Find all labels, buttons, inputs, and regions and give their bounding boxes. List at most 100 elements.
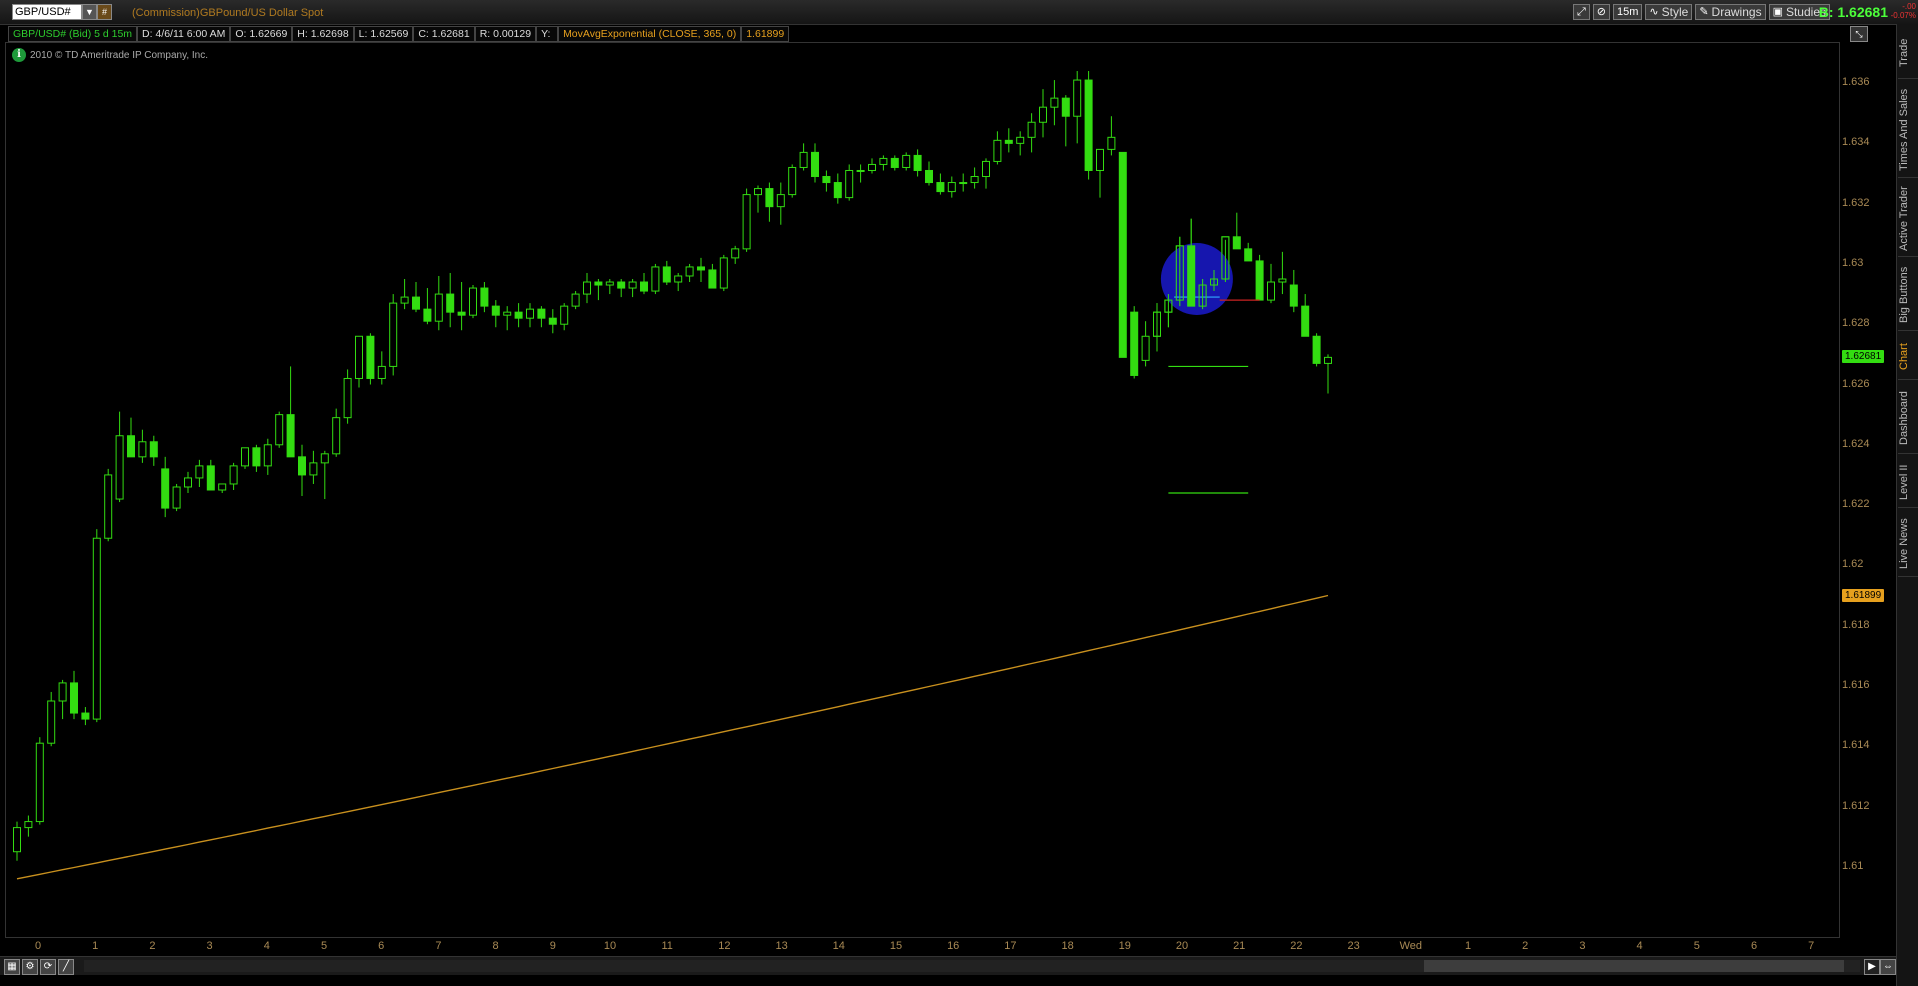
scrollbar-thumb[interactable] bbox=[1424, 960, 1844, 972]
time-scrollbar[interactable] bbox=[84, 960, 1860, 972]
x-tick-label: 11 bbox=[661, 940, 673, 952]
candle-body bbox=[1050, 97, 1059, 108]
candle-body bbox=[434, 293, 443, 322]
side-tab-chart[interactable]: Chart bbox=[1898, 334, 1918, 380]
candle-body bbox=[640, 281, 648, 292]
candle-body bbox=[1324, 356, 1332, 364]
candle-body bbox=[754, 188, 762, 196]
candle-body bbox=[959, 182, 968, 185]
ema-price-tag: 1.61899 bbox=[1842, 588, 1885, 602]
candle-body bbox=[332, 417, 341, 455]
candle-body bbox=[1278, 278, 1287, 283]
side-tab-level-ii[interactable]: Level II bbox=[1898, 457, 1918, 508]
x-tick-label: 21 bbox=[1233, 940, 1246, 952]
x-tick-label: 6 bbox=[1750, 940, 1758, 952]
candle-body bbox=[685, 266, 694, 277]
candle-body bbox=[1312, 335, 1321, 364]
y-tick-label: 1.624 bbox=[1842, 437, 1870, 450]
side-tab-active-trader[interactable]: Active Trader bbox=[1898, 181, 1918, 257]
y-tick-label: 1.618 bbox=[1842, 618, 1870, 631]
last-price-tag: 1.62681 bbox=[1842, 350, 1885, 364]
side-tab-big-buttons[interactable]: Big Buttons bbox=[1898, 260, 1918, 331]
x-tick-label: 5 bbox=[320, 940, 328, 952]
candle-body bbox=[845, 169, 854, 199]
candle-body bbox=[423, 308, 432, 322]
candle-body bbox=[195, 465, 204, 479]
y-tick-label: 1.622 bbox=[1842, 498, 1870, 511]
draw-icon[interactable]: ╱ bbox=[58, 959, 74, 975]
x-tick-label: 1 bbox=[92, 940, 99, 952]
candle-body bbox=[605, 281, 614, 286]
gear-icon[interactable]: ⚙ bbox=[22, 959, 38, 975]
expand-icon[interactable]: ⇔ bbox=[1880, 959, 1896, 975]
candle-body bbox=[480, 287, 489, 307]
candle-body bbox=[47, 700, 56, 744]
candle-body bbox=[343, 377, 352, 419]
candle-body bbox=[1301, 305, 1310, 337]
ema-line bbox=[16, 594, 1329, 880]
x-tick-label: 13 bbox=[775, 940, 788, 952]
refresh-icon[interactable]: ⟳ bbox=[40, 959, 56, 975]
candle-body bbox=[1244, 248, 1253, 262]
candle-body bbox=[537, 308, 546, 319]
x-tick-label: 6 bbox=[378, 940, 385, 952]
y-tick-label: 1.614 bbox=[1842, 739, 1870, 752]
candle-body bbox=[856, 169, 865, 172]
candle-body bbox=[161, 468, 170, 509]
candle-body bbox=[286, 414, 295, 458]
side-tab-live-news[interactable]: Live News bbox=[1898, 511, 1918, 577]
candle-body bbox=[457, 311, 466, 316]
x-tick-label: 4 bbox=[263, 940, 270, 952]
candle-body bbox=[913, 154, 922, 171]
candle-body bbox=[309, 462, 318, 476]
candle-body bbox=[548, 317, 557, 325]
candle-body bbox=[298, 456, 306, 476]
x-tick-label: 20 bbox=[1175, 940, 1189, 952]
candle-body bbox=[206, 465, 215, 491]
candle-body bbox=[708, 269, 717, 289]
x-tick-label: 5 bbox=[1693, 940, 1700, 952]
candle-body bbox=[970, 176, 979, 184]
candle-body bbox=[993, 139, 1002, 162]
candle-body bbox=[742, 194, 751, 250]
x-tick-label: 19 bbox=[1118, 940, 1131, 952]
candle-body bbox=[868, 163, 876, 171]
x-tick-label: 3 bbox=[1579, 940, 1586, 952]
candle-body bbox=[1289, 284, 1298, 307]
candle-body bbox=[879, 157, 888, 165]
candle-body bbox=[24, 821, 33, 829]
y-tick-label: 1.61 bbox=[1842, 859, 1864, 872]
grid-icon[interactable]: ▦ bbox=[4, 959, 20, 975]
candle-body bbox=[469, 287, 477, 316]
candle-body bbox=[560, 305, 569, 325]
candle-body bbox=[127, 435, 135, 458]
x-tick-label: 16 bbox=[947, 940, 960, 952]
candle-body bbox=[1255, 260, 1264, 301]
y-tick-label: 1.634 bbox=[1842, 136, 1870, 149]
candle-body bbox=[788, 166, 797, 196]
candle-body bbox=[491, 305, 500, 316]
candle-body bbox=[925, 169, 933, 184]
side-tab-dashboard[interactable]: Dashboard bbox=[1898, 383, 1918, 454]
candle-body bbox=[184, 477, 192, 488]
x-tick-label: 22 bbox=[1290, 940, 1303, 952]
candle-body bbox=[252, 447, 261, 467]
x-tick-label: Wed bbox=[1399, 940, 1423, 952]
x-tick-label: 8 bbox=[492, 940, 499, 952]
x-tick-label: 12 bbox=[718, 940, 731, 952]
candle-body bbox=[1118, 151, 1127, 358]
candle-body bbox=[229, 465, 238, 485]
candle-body bbox=[412, 296, 420, 310]
candle-body bbox=[70, 682, 78, 714]
y-tick-label: 1.63 bbox=[1842, 256, 1864, 269]
candle-body bbox=[1107, 136, 1116, 150]
side-tab-trade[interactable]: Trade bbox=[1898, 28, 1918, 79]
side-tab-times-and-sales[interactable]: Times And Sales bbox=[1898, 82, 1918, 178]
candle-body bbox=[13, 827, 21, 853]
candle-body bbox=[765, 188, 774, 208]
candle-body bbox=[366, 335, 375, 379]
candle-body bbox=[400, 296, 409, 304]
side-tab-bar: Trade Times And Sales Active Trader Big But… bbox=[1896, 24, 1918, 986]
candle-body bbox=[1073, 79, 1082, 117]
scroll-right-icon[interactable]: ▶ bbox=[1864, 959, 1880, 975]
